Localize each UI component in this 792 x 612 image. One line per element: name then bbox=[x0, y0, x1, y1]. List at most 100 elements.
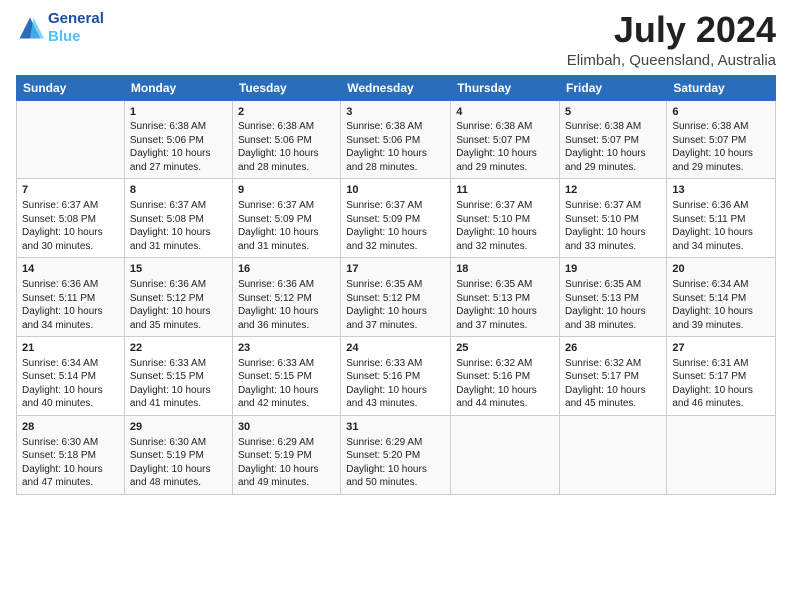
cell-content: Sunrise: 6:34 AM Sunset: 5:14 PM Dayligh… bbox=[22, 357, 119, 411]
weekday-header: Wednesday bbox=[341, 75, 451, 100]
cell-content: Sunrise: 6:31 AM Sunset: 5:17 PM Dayligh… bbox=[672, 357, 770, 411]
cell-content: Sunrise: 6:37 AM Sunset: 5:10 PM Dayligh… bbox=[456, 199, 554, 253]
day-number: 5 bbox=[565, 105, 661, 120]
cell-content: Sunrise: 6:32 AM Sunset: 5:16 PM Dayligh… bbox=[456, 357, 554, 411]
day-number: 7 bbox=[22, 183, 119, 198]
calendar-cell: 6Sunrise: 6:38 AM Sunset: 5:07 PM Daylig… bbox=[667, 100, 776, 179]
weekday-header: Thursday bbox=[451, 75, 560, 100]
calendar-cell: 21Sunrise: 6:34 AM Sunset: 5:14 PM Dayli… bbox=[17, 337, 125, 416]
calendar-cell: 5Sunrise: 6:38 AM Sunset: 5:07 PM Daylig… bbox=[560, 100, 667, 179]
cell-content: Sunrise: 6:36 AM Sunset: 5:12 PM Dayligh… bbox=[130, 278, 227, 332]
cell-content: Sunrise: 6:36 AM Sunset: 5:11 PM Dayligh… bbox=[22, 278, 119, 332]
day-number: 18 bbox=[456, 262, 554, 277]
cell-content: Sunrise: 6:38 AM Sunset: 5:06 PM Dayligh… bbox=[238, 120, 335, 174]
day-number: 26 bbox=[565, 341, 661, 356]
logo-icon bbox=[16, 14, 44, 42]
calendar-cell: 11Sunrise: 6:37 AM Sunset: 5:10 PM Dayli… bbox=[451, 179, 560, 258]
calendar-cell: 20Sunrise: 6:34 AM Sunset: 5:14 PM Dayli… bbox=[667, 258, 776, 337]
day-number: 3 bbox=[346, 105, 445, 120]
calendar-cell: 15Sunrise: 6:36 AM Sunset: 5:12 PM Dayli… bbox=[124, 258, 232, 337]
cell-content: Sunrise: 6:36 AM Sunset: 5:12 PM Dayligh… bbox=[238, 278, 335, 332]
calendar-cell: 8Sunrise: 6:37 AM Sunset: 5:08 PM Daylig… bbox=[124, 179, 232, 258]
day-number: 4 bbox=[456, 105, 554, 120]
cell-content: Sunrise: 6:37 AM Sunset: 5:08 PM Dayligh… bbox=[22, 199, 119, 253]
day-number: 22 bbox=[130, 341, 227, 356]
cell-content: Sunrise: 6:35 AM Sunset: 5:13 PM Dayligh… bbox=[456, 278, 554, 332]
cell-content: Sunrise: 6:33 AM Sunset: 5:16 PM Dayligh… bbox=[346, 357, 445, 411]
cell-content: Sunrise: 6:37 AM Sunset: 5:09 PM Dayligh… bbox=[346, 199, 445, 253]
day-number: 31 bbox=[346, 420, 445, 435]
cell-content: Sunrise: 6:38 AM Sunset: 5:07 PM Dayligh… bbox=[565, 120, 661, 174]
cell-content: Sunrise: 6:33 AM Sunset: 5:15 PM Dayligh… bbox=[238, 357, 335, 411]
calendar-cell: 28Sunrise: 6:30 AM Sunset: 5:18 PM Dayli… bbox=[17, 415, 125, 494]
day-number: 12 bbox=[565, 183, 661, 198]
subtitle: Elimbah, Queensland, Australia bbox=[567, 52, 776, 69]
cell-content: Sunrise: 6:38 AM Sunset: 5:06 PM Dayligh… bbox=[130, 120, 227, 174]
cell-content: Sunrise: 6:37 AM Sunset: 5:10 PM Dayligh… bbox=[565, 199, 661, 253]
cell-content: Sunrise: 6:38 AM Sunset: 5:07 PM Dayligh… bbox=[456, 120, 554, 174]
day-number: 14 bbox=[22, 262, 119, 277]
cell-content: Sunrise: 6:35 AM Sunset: 5:12 PM Dayligh… bbox=[346, 278, 445, 332]
calendar-cell: 3Sunrise: 6:38 AM Sunset: 5:06 PM Daylig… bbox=[341, 100, 451, 179]
calendar-week-row: 28Sunrise: 6:30 AM Sunset: 5:18 PM Dayli… bbox=[17, 415, 776, 494]
weekday-header: Saturday bbox=[667, 75, 776, 100]
calendar-cell: 24Sunrise: 6:33 AM Sunset: 5:16 PM Dayli… bbox=[341, 337, 451, 416]
calendar-cell bbox=[560, 415, 667, 494]
calendar-cell: 25Sunrise: 6:32 AM Sunset: 5:16 PM Dayli… bbox=[451, 337, 560, 416]
day-number: 9 bbox=[238, 183, 335, 198]
weekday-header: Sunday bbox=[17, 75, 125, 100]
calendar-cell: 7Sunrise: 6:37 AM Sunset: 5:08 PM Daylig… bbox=[17, 179, 125, 258]
cell-content: Sunrise: 6:32 AM Sunset: 5:17 PM Dayligh… bbox=[565, 357, 661, 411]
day-number: 1 bbox=[130, 105, 227, 120]
logo: General Blue bbox=[16, 10, 104, 46]
cell-content: Sunrise: 6:33 AM Sunset: 5:15 PM Dayligh… bbox=[130, 357, 227, 411]
day-number: 21 bbox=[22, 341, 119, 356]
calendar-cell: 14Sunrise: 6:36 AM Sunset: 5:11 PM Dayli… bbox=[17, 258, 125, 337]
calendar-cell: 30Sunrise: 6:29 AM Sunset: 5:19 PM Dayli… bbox=[232, 415, 340, 494]
cell-content: Sunrise: 6:35 AM Sunset: 5:13 PM Dayligh… bbox=[565, 278, 661, 332]
calendar-header-row: SundayMondayTuesdayWednesdayThursdayFrid… bbox=[17, 75, 776, 100]
calendar-week-row: 7Sunrise: 6:37 AM Sunset: 5:08 PM Daylig… bbox=[17, 179, 776, 258]
logo-line2: Blue bbox=[48, 28, 104, 46]
calendar-cell: 26Sunrise: 6:32 AM Sunset: 5:17 PM Dayli… bbox=[560, 337, 667, 416]
cell-content: Sunrise: 6:38 AM Sunset: 5:06 PM Dayligh… bbox=[346, 120, 445, 174]
calendar-cell: 1Sunrise: 6:38 AM Sunset: 5:06 PM Daylig… bbox=[124, 100, 232, 179]
calendar-cell: 23Sunrise: 6:33 AM Sunset: 5:15 PM Dayli… bbox=[232, 337, 340, 416]
calendar-cell bbox=[17, 100, 125, 179]
logo-text: General Blue bbox=[48, 10, 104, 46]
day-number: 11 bbox=[456, 183, 554, 198]
calendar-cell: 13Sunrise: 6:36 AM Sunset: 5:11 PM Dayli… bbox=[667, 179, 776, 258]
day-number: 8 bbox=[130, 183, 227, 198]
day-number: 19 bbox=[565, 262, 661, 277]
cell-content: Sunrise: 6:37 AM Sunset: 5:09 PM Dayligh… bbox=[238, 199, 335, 253]
calendar-table: SundayMondayTuesdayWednesdayThursdayFrid… bbox=[16, 75, 776, 495]
calendar-cell: 16Sunrise: 6:36 AM Sunset: 5:12 PM Dayli… bbox=[232, 258, 340, 337]
day-number: 24 bbox=[346, 341, 445, 356]
calendar-cell: 31Sunrise: 6:29 AM Sunset: 5:20 PM Dayli… bbox=[341, 415, 451, 494]
day-number: 23 bbox=[238, 341, 335, 356]
calendar-cell: 18Sunrise: 6:35 AM Sunset: 5:13 PM Dayli… bbox=[451, 258, 560, 337]
cell-content: Sunrise: 6:37 AM Sunset: 5:08 PM Dayligh… bbox=[130, 199, 227, 253]
cell-content: Sunrise: 6:29 AM Sunset: 5:20 PM Dayligh… bbox=[346, 436, 445, 490]
cell-content: Sunrise: 6:30 AM Sunset: 5:19 PM Dayligh… bbox=[130, 436, 227, 490]
day-number: 30 bbox=[238, 420, 335, 435]
calendar-cell: 22Sunrise: 6:33 AM Sunset: 5:15 PM Dayli… bbox=[124, 337, 232, 416]
day-number: 2 bbox=[238, 105, 335, 120]
main-title: July 2024 bbox=[567, 10, 776, 50]
day-number: 15 bbox=[130, 262, 227, 277]
day-number: 16 bbox=[238, 262, 335, 277]
header: General Blue July 2024 Elimbah, Queensla… bbox=[16, 10, 776, 69]
calendar-cell: 10Sunrise: 6:37 AM Sunset: 5:09 PM Dayli… bbox=[341, 179, 451, 258]
day-number: 28 bbox=[22, 420, 119, 435]
day-number: 25 bbox=[456, 341, 554, 356]
calendar-cell: 2Sunrise: 6:38 AM Sunset: 5:06 PM Daylig… bbox=[232, 100, 340, 179]
day-number: 29 bbox=[130, 420, 227, 435]
calendar-cell bbox=[667, 415, 776, 494]
cell-content: Sunrise: 6:34 AM Sunset: 5:14 PM Dayligh… bbox=[672, 278, 770, 332]
weekday-header: Monday bbox=[124, 75, 232, 100]
calendar-week-row: 1Sunrise: 6:38 AM Sunset: 5:06 PM Daylig… bbox=[17, 100, 776, 179]
cell-content: Sunrise: 6:38 AM Sunset: 5:07 PM Dayligh… bbox=[672, 120, 770, 174]
calendar-cell: 17Sunrise: 6:35 AM Sunset: 5:12 PM Dayli… bbox=[341, 258, 451, 337]
calendar-week-row: 14Sunrise: 6:36 AM Sunset: 5:11 PM Dayli… bbox=[17, 258, 776, 337]
calendar-cell: 19Sunrise: 6:35 AM Sunset: 5:13 PM Dayli… bbox=[560, 258, 667, 337]
